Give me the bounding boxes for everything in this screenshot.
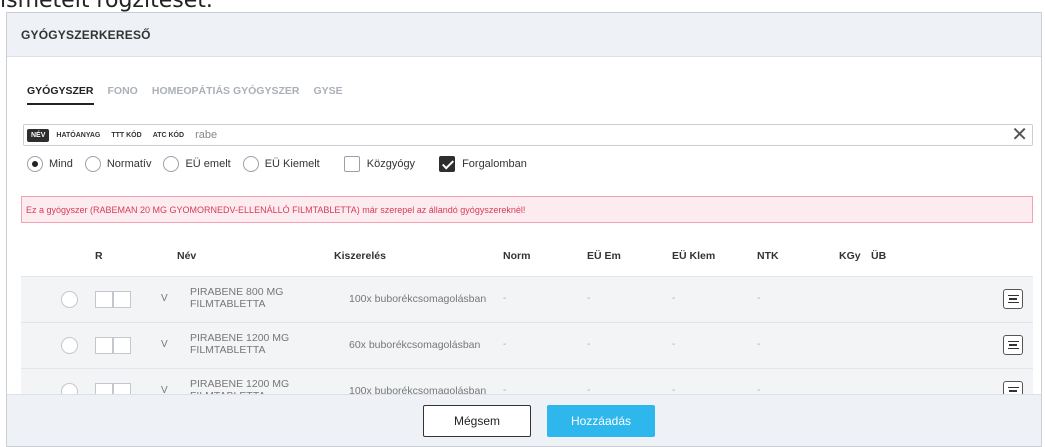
col-header-name[interactable]: Név <box>177 250 196 262</box>
tab-gyogyszer[interactable]: GYÓGYSZER <box>27 85 94 105</box>
col-header-eu-klem[interactable]: EÜ Klem <box>672 250 715 262</box>
chip-active-ingredient[interactable]: HATÓANYAG <box>52 129 104 142</box>
row-v-flag: V <box>161 293 168 304</box>
checkbox-label: Forgalomban <box>462 158 527 170</box>
duplicate-warning-alert: Ez a gyógyszer (RABEMAN 20 MG GYOMORNEDV… <box>21 196 1033 223</box>
checkbox-label: Közgyógy <box>366 158 416 170</box>
chip-name[interactable]: NÉV <box>27 128 50 142</box>
row-toggle-box[interactable] <box>95 291 113 308</box>
chip-atc-code[interactable]: ATC KÓD <box>149 129 188 142</box>
tab-bar: GYÓGYSZER FONO HOMEOPÁTIÁS GYÓGYSZER GYS… <box>27 85 357 105</box>
row-menu-icon[interactable] <box>1003 335 1023 355</box>
filter-row: Mind Normatív EÜ emelt EÜ Kiemelt Közgyó… <box>27 156 539 172</box>
tab-homeopathic[interactable]: HOMEOPÁTIÁS GYÓGYSZER <box>152 85 300 105</box>
drug-search-modal: GYÓGYSZERKERESŐ GYÓGYSZER FONO HOMEOPÁTI… <box>6 12 1042 447</box>
radio-label: Normatív <box>106 158 152 170</box>
checkbox-kozgyogy[interactable]: Közgyógy <box>343 156 416 172</box>
row-v-flag: V <box>161 339 168 350</box>
row-toggle-box[interactable] <box>113 337 131 354</box>
col-header-norm[interactable]: Norm <box>503 250 530 262</box>
col-header-pack[interactable]: Kiszerelés <box>334 250 386 262</box>
row-eu-klem: - <box>672 339 676 350</box>
add-button[interactable]: Hozzáadás <box>547 405 655 437</box>
radio-eu-emelt[interactable]: EÜ emelt <box>163 156 231 172</box>
table-header: R Név Kiszerelés Norm EÜ Em EÜ Klem NTK … <box>21 250 1033 270</box>
col-header-eu-em[interactable]: EÜ Em <box>587 250 621 262</box>
checkbox-forgalomban[interactable]: Forgalomban <box>439 156 527 172</box>
row-eu-em: - <box>587 339 591 350</box>
row-toggle-box[interactable] <box>113 291 131 308</box>
checkbox-box[interactable] <box>439 156 456 172</box>
radio-mind[interactable]: Mind <box>27 156 73 172</box>
search-bar: NÉV HATÓANYAG TTT KÓD ATC KÓD ✕ <box>23 124 1033 146</box>
modal-header: GYÓGYSZERKERESŐ <box>7 13 1041 57</box>
modal-footer: Mégsem Hozzáadás <box>7 394 1041 446</box>
row-packaging: 60x buborékcsomagolásban <box>349 339 481 351</box>
col-header-ub[interactable]: ÜB <box>871 250 886 262</box>
row-select-radio[interactable] <box>61 337 78 354</box>
close-icon[interactable]: ✕ <box>1011 125 1028 145</box>
tab-gyse[interactable]: GYSE <box>313 85 342 105</box>
row-menu-icon[interactable] <box>1003 289 1023 309</box>
radio-circle[interactable] <box>27 156 43 172</box>
row-norm: - <box>503 293 507 304</box>
table-row[interactable]: V PIRABENE 1200 MG FILMTABLETTA 60x bubo… <box>21 322 1033 368</box>
tab-fono[interactable]: FONO <box>108 85 138 105</box>
radio-label: Mind <box>49 158 73 170</box>
row-eu-em: - <box>587 293 591 304</box>
row-eu-klem: - <box>672 293 676 304</box>
radio-label: EÜ emelt <box>185 158 231 170</box>
radio-label: EÜ Kiemelt <box>264 158 320 170</box>
col-header-kgy[interactable]: KGy <box>839 250 861 262</box>
row-toggle-box[interactable] <box>95 337 113 354</box>
radio-circle[interactable] <box>242 156 259 172</box>
row-drug-name: PIRABENE 1200 MG FILMTABLETTA <box>190 332 290 356</box>
search-input[interactable] <box>195 129 896 141</box>
col-header-r[interactable]: R <box>95 250 103 262</box>
row-ntk: - <box>757 293 761 304</box>
col-header-ntk[interactable]: NTK <box>757 250 779 262</box>
radio-circle[interactable] <box>84 156 101 172</box>
radio-normativ[interactable]: Normatív <box>84 156 152 172</box>
radio-circle[interactable] <box>163 156 180 172</box>
radio-eu-kiemelt[interactable]: EÜ Kiemelt <box>242 156 320 172</box>
row-select-radio[interactable] <box>61 291 78 308</box>
row-drug-name: PIRABENE 800 MG FILMTABLETTA <box>190 286 284 310</box>
row-ntk: - <box>757 339 761 350</box>
chip-ttt-code[interactable]: TTT KÓD <box>107 129 145 142</box>
row-norm: - <box>503 339 507 350</box>
cancel-button[interactable]: Mégsem <box>423 405 531 437</box>
checkbox-box[interactable] <box>343 156 360 172</box>
row-packaging: 100x buborékcsomagolásban <box>349 293 487 305</box>
table-row[interactable]: V PIRABENE 800 MG FILMTABLETTA 100x bubo… <box>21 276 1033 322</box>
modal-title: GYÓGYSZERKERESŐ <box>21 27 151 42</box>
